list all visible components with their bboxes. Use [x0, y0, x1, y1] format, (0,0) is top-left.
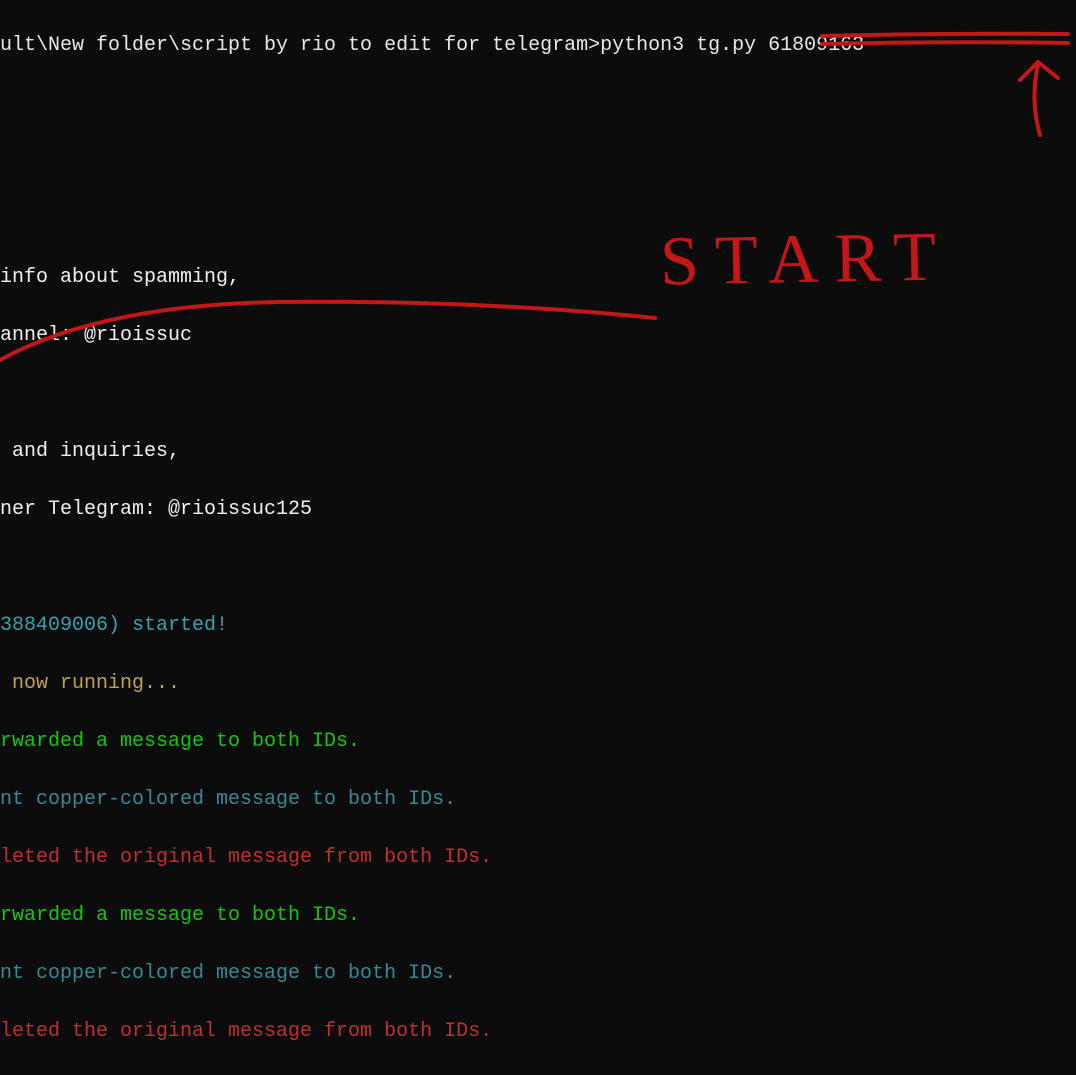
sent-line: nt copper-colored message to both IDs.	[0, 785, 1076, 814]
running-line: now running...	[0, 669, 1076, 698]
blank-line	[0, 553, 1076, 582]
deleted-line: leted the original message from both IDs…	[0, 1017, 1076, 1046]
command-text: python3 tg.py 61809163	[600, 34, 864, 57]
deleted-line: leted the original message from both IDs…	[0, 843, 1076, 872]
blank-line	[0, 147, 1076, 176]
started-line: 388409006) started!	[0, 611, 1076, 640]
sent-line: nt copper-colored message to both IDs.	[0, 959, 1076, 988]
inquiry-line-1: and inquiries,	[0, 437, 1076, 466]
info-line-2: annel: @rioissuc	[0, 321, 1076, 350]
inquiry-line-2: ner Telegram: @rioissuc125	[0, 495, 1076, 524]
blank-line	[0, 205, 1076, 234]
blank-line	[0, 89, 1076, 118]
terminal-output: ult\New folder\script by rio to edit for…	[0, 0, 1076, 1075]
command-prompt-line[interactable]: ult\New folder\script by rio to edit for…	[0, 31, 1076, 60]
blank-line	[0, 379, 1076, 408]
prompt-path: ult\New folder\script by rio to edit for…	[0, 34, 600, 57]
forwarded-line: rwarded a message to both IDs.	[0, 901, 1076, 930]
info-line-1: info about spamming,	[0, 263, 1076, 292]
forwarded-line: rwarded a message to both IDs.	[0, 727, 1076, 756]
